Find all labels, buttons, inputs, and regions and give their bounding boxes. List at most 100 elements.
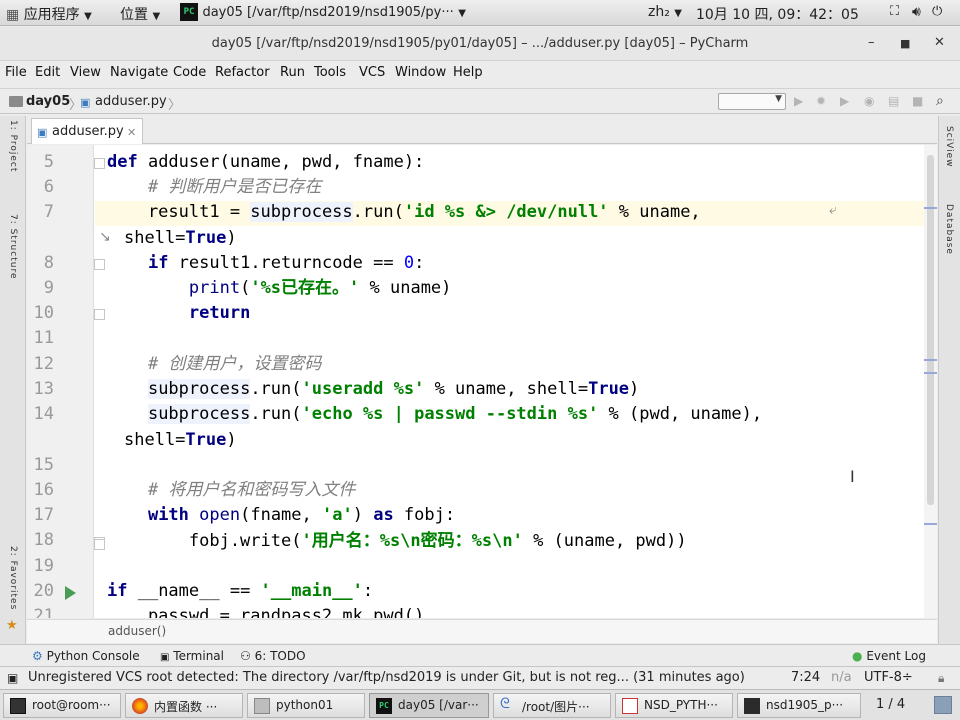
breadcrumb-project[interactable]: day05 bbox=[26, 94, 70, 109]
menu-refactor[interactable]: Refactor bbox=[215, 65, 270, 80]
code-line: with open(fname, 'a') as fobj: bbox=[147, 505, 456, 525]
fold-marker[interactable] bbox=[94, 539, 105, 550]
network-icon[interactable]: ⛶ bbox=[890, 4, 899, 19]
fold-marker[interactable] bbox=[94, 158, 105, 169]
code-editor[interactable]: 5 6 7 8 9 10 11 12 13 14 15 16 17 18 19 … bbox=[27, 145, 937, 618]
code-line: # 判断用户是否已存在 bbox=[147, 177, 322, 197]
change-marker[interactable] bbox=[924, 523, 937, 525]
run-icon[interactable]: ▶ bbox=[794, 94, 803, 108]
task-label: root@room··· bbox=[32, 698, 111, 712]
maximize-button[interactable]: ■ bbox=[900, 37, 910, 50]
code-breadcrumb-bar: adduser() bbox=[27, 619, 937, 643]
menu-view[interactable]: View bbox=[70, 65, 101, 80]
sciview-tool-button[interactable]: SciView bbox=[944, 126, 954, 168]
line-separator[interactable]: n/a bbox=[831, 670, 852, 685]
close-button[interactable]: ✕ bbox=[934, 35, 945, 50]
task-document[interactable]: NSD_PYTH··· bbox=[615, 693, 733, 718]
code-line: def adduser(uname, pwd, fname): bbox=[107, 152, 425, 172]
menu-vcs[interactable]: VCS bbox=[359, 65, 385, 80]
change-marker[interactable] bbox=[924, 359, 937, 361]
line-number: 15 bbox=[33, 455, 54, 475]
caret-position[interactable]: 7:24 bbox=[791, 670, 820, 685]
tab-adduser[interactable]: ▣ adduser.py ✕ bbox=[31, 118, 143, 144]
menu-help[interactable]: Help bbox=[453, 65, 483, 80]
code-line: shell=True) bbox=[124, 430, 237, 450]
menu-file[interactable]: File bbox=[5, 65, 27, 80]
fold-marker[interactable] bbox=[94, 309, 105, 320]
task-nsd1905[interactable]: nsd1905_p··· bbox=[737, 693, 861, 718]
menu-run[interactable]: Run bbox=[280, 65, 305, 80]
task-terminal[interactable]: root@room··· bbox=[3, 693, 121, 718]
terminal-tab[interactable]: ▣ Terminal bbox=[160, 649, 224, 663]
input-method[interactable]: zh₂ ▼ bbox=[648, 4, 682, 20]
run-configuration-select[interactable]: ▼ bbox=[718, 93, 786, 110]
code-line: passwd = randpass2.mk_pwd() bbox=[107, 606, 425, 618]
menu-edit[interactable]: Edit bbox=[35, 65, 60, 80]
python-console-tab[interactable]: ⚙ Python Console bbox=[32, 649, 140, 663]
stop-icon[interactable]: ■ bbox=[912, 94, 923, 108]
todo-tab[interactable]: ⚇ 6: TODO bbox=[240, 649, 306, 663]
task-folder[interactable]: python01 bbox=[247, 693, 365, 718]
chevron-right-icon: 〉 bbox=[168, 98, 182, 113]
line-number: 18 bbox=[33, 530, 54, 550]
database-tool-button[interactable]: Database bbox=[944, 204, 954, 255]
lock-icon[interactable]: 🔒︎ bbox=[938, 671, 944, 686]
build-icon[interactable]: ▤ bbox=[888, 94, 899, 108]
profile-icon[interactable]: ◉ bbox=[864, 94, 874, 108]
clock[interactable]: 10月 10 四, 09：42：05 bbox=[696, 4, 859, 24]
tool-windows-icon[interactable]: ▣ bbox=[7, 671, 18, 685]
active-window-menu[interactable]: PC day05 [/var/ftp/nsd2019/nsd1905/py···… bbox=[180, 3, 466, 21]
task-pycharm[interactable]: PC day05 [/var··· bbox=[369, 693, 489, 718]
file-encoding[interactable]: UTF-8÷ bbox=[864, 670, 913, 685]
places-menu[interactable]: 位置 ▼ bbox=[120, 4, 160, 24]
code-line: print('%s已存在。' % uname) bbox=[188, 278, 452, 298]
menu-tools[interactable]: Tools bbox=[314, 65, 346, 80]
left-tool-strip: 1: Project 7: Structure 2: Favorites ★ bbox=[0, 116, 26, 644]
editor-tab-bar: ▣ adduser.py ✕ bbox=[27, 116, 937, 144]
terminal-icon bbox=[10, 698, 26, 714]
workspace-switcher-icon[interactable] bbox=[934, 696, 952, 714]
task-image-viewer[interactable]: ᘓ /root/图片··· bbox=[493, 693, 611, 718]
places-label: 位置 bbox=[120, 7, 148, 23]
code-line: # 创建用户，设置密码 bbox=[147, 354, 322, 374]
breadcrumb-file[interactable]: adduser.py bbox=[95, 94, 167, 109]
chevron-down-icon: ▼ bbox=[674, 8, 682, 19]
search-icon[interactable]: ⌕ bbox=[936, 93, 944, 109]
power-icon[interactable]: ⏻ bbox=[932, 4, 942, 19]
menu-code[interactable]: Code bbox=[173, 65, 206, 80]
workspace-indicator[interactable]: 1 / 4 bbox=[876, 697, 905, 712]
task-label: NSD_PYTH··· bbox=[644, 698, 718, 712]
run-gutter-icon[interactable] bbox=[65, 586, 76, 600]
change-marker[interactable] bbox=[924, 372, 937, 374]
project-tool-button[interactable]: 1: Project bbox=[8, 120, 18, 172]
close-icon[interactable]: ✕ bbox=[127, 126, 136, 139]
fold-marker[interactable] bbox=[94, 259, 105, 270]
menu-navigate[interactable]: Navigate bbox=[110, 65, 168, 80]
structure-tool-button[interactable]: 7: Structure bbox=[8, 214, 18, 280]
change-marker[interactable] bbox=[924, 207, 937, 209]
debug-icon[interactable]: ✹ bbox=[816, 94, 826, 108]
task-firefox[interactable]: 内置函数 ··· bbox=[125, 693, 243, 718]
minimize-button[interactable]: – bbox=[868, 35, 875, 50]
bottom-tool-bar: ⚙ Python Console ▣ Terminal ⚇ 6: TODO ● … bbox=[0, 644, 960, 666]
line-number: 5 bbox=[43, 152, 54, 172]
top-panel: ▦ 应用程序 ▼ 位置 ▼ PC day05 [/var/ftp/nsd2019… bbox=[0, 0, 960, 26]
coverage-icon[interactable]: ▶ bbox=[840, 94, 849, 108]
line-number: 8 bbox=[43, 253, 54, 273]
chevron-down-icon: ▼ bbox=[775, 94, 782, 104]
status-message[interactable]: Unregistered VCS root detected: The dire… bbox=[28, 670, 745, 685]
window-titlebar[interactable]: day05 [/var/ftp/nsd2019/nsd1905/py01/day… bbox=[0, 27, 960, 61]
line-number: 10 bbox=[33, 303, 54, 323]
applications-menu[interactable]: ▦ 应用程序 ▼ bbox=[6, 4, 92, 24]
python-console-label: Python Console bbox=[46, 649, 140, 663]
favorites-tool-button[interactable]: 2: Favorites bbox=[8, 546, 18, 610]
menu-window[interactable]: Window bbox=[395, 65, 446, 80]
apps-icon: ▦ bbox=[6, 7, 20, 23]
code-breadcrumb[interactable]: adduser() bbox=[108, 624, 166, 638]
volume-icon[interactable]: 🔊︎ bbox=[912, 4, 921, 20]
line-number: 12 bbox=[33, 354, 54, 374]
editor-scrollbar[interactable] bbox=[924, 145, 937, 618]
pycharm-icon: PC bbox=[180, 3, 198, 21]
event-log-tab[interactable]: ● Event Log bbox=[852, 649, 926, 663]
code-line: result1 = subprocess.run('id %s &> /dev/… bbox=[107, 202, 701, 222]
